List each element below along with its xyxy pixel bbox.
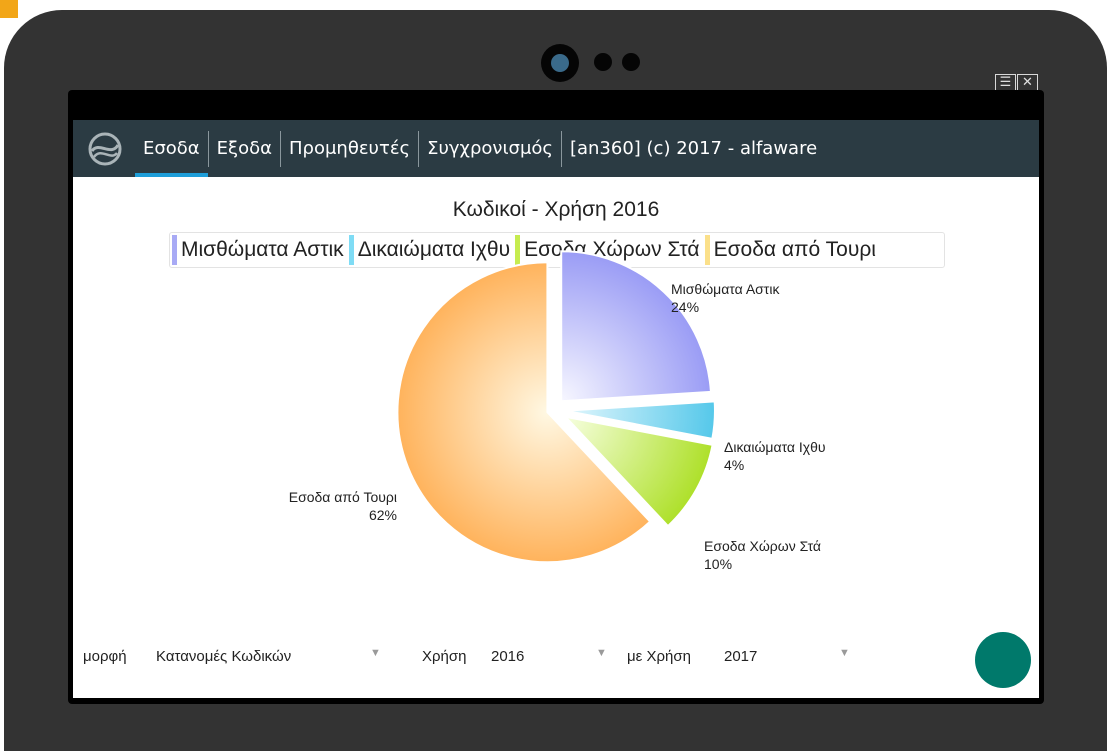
filter-bar: μορφή Κατανομές Κωδικών ▼ Χρήση 2016 ▼ μ… <box>73 630 1039 692</box>
compare-year-label: με Χρήση <box>627 648 691 665</box>
floating-action-button[interactable] <box>975 632 1031 688</box>
form-dropdown[interactable]: Κατανομές Κωδικών <box>156 642 386 670</box>
chevron-down-icon[interactable]: ▼ <box>596 647 607 659</box>
corner-marker <box>0 0 18 18</box>
chevron-down-icon[interactable]: ▼ <box>839 647 850 659</box>
slice-category-label: Εσοδα από Τουρι <box>289 489 397 505</box>
sensor-dot-icon <box>622 53 640 71</box>
year-label: Χρήση <box>422 648 467 665</box>
chevron-down-icon[interactable]: ▼ <box>370 647 381 659</box>
year-dropdown[interactable]: 2016 <box>491 642 601 670</box>
compare-year-dropdown[interactable]: 2017 <box>724 642 834 670</box>
slice-value-label: 62% <box>369 507 397 523</box>
form-dropdown-value: Κατανομές Κωδικών <box>156 647 292 665</box>
year-dropdown-value: 2016 <box>491 647 525 665</box>
pie-slice[interactable] <box>560 250 712 403</box>
slice-category-label: Μισθώματα Αστικ <box>671 281 780 297</box>
app-screen: Εσοδα Εξοδα Προμηθευτές Συγχρονισμός [an… <box>73 120 1039 698</box>
slice-category-label: Εσοδα Χώρων Στά <box>704 538 821 554</box>
slice-category-label: Δικαιώματα Ιχθυ <box>724 439 826 455</box>
camera-icon <box>541 44 579 82</box>
sensor-dot-icon <box>594 53 612 71</box>
compare-year-dropdown-value: 2017 <box>724 647 758 665</box>
slice-value-label: 10% <box>704 556 732 572</box>
pie-chart: Μισθώματα Αστικ 24% Δικαιώματα Ιχθυ 4% Εσοδα… <box>289 250 826 572</box>
form-label: μορφή <box>83 648 127 665</box>
slice-value-label: 4% <box>724 457 744 473</box>
slice-value-label: 24% <box>671 299 699 315</box>
